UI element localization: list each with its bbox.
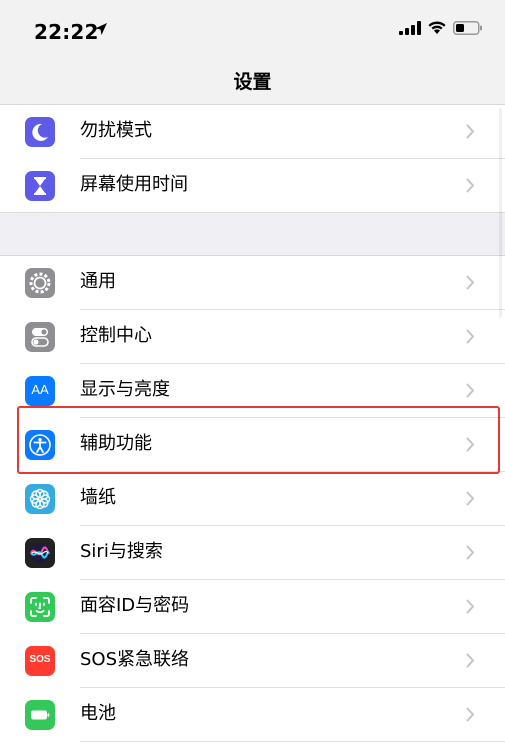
section-spacer (0, 212, 505, 255)
page-title: 设置 (233, 71, 272, 93)
status-time: 22:22 (34, 20, 99, 44)
face-id-icon (25, 592, 55, 622)
scrollbar[interactable] (499, 108, 502, 318)
row-label: 电池 (80, 703, 116, 724)
row-label: 辅助功能 (80, 433, 152, 454)
chevron-right-icon (466, 491, 474, 506)
settings-group-1: 勿扰模式 屏幕使用时间 (0, 105, 505, 212)
row-label: 通用 (80, 271, 116, 292)
cellular-signal-icon (399, 20, 421, 35)
siri-icon (25, 538, 55, 568)
row-label: 屏幕使用时间 (80, 174, 188, 195)
row-control-center[interactable]: 控制中心 (0, 310, 505, 364)
chevron-right-icon (466, 437, 474, 452)
battery-status-icon (453, 20, 482, 35)
gear-icon (25, 268, 55, 298)
row-label: 勿扰模式 (80, 120, 152, 141)
row-label: 墙纸 (80, 487, 116, 508)
chevron-right-icon (466, 124, 474, 139)
row-label: 显示与亮度 (80, 379, 170, 400)
row-screen-time[interactable]: 屏幕使用时间 (0, 159, 505, 213)
row-accessibility[interactable]: 辅助功能 (0, 418, 505, 472)
row-face-id-passcode[interactable]: 面容ID与密码 (0, 580, 505, 634)
chevron-right-icon (466, 545, 474, 560)
row-wallpaper[interactable]: 墙纸 (0, 472, 505, 526)
sos-icon: SOS (25, 646, 55, 676)
row-display-brightness[interactable]: AA 显示与亮度 (0, 364, 505, 418)
row-label: SOS紧急联络 (80, 649, 190, 670)
row-do-not-disturb[interactable]: 勿扰模式 (0, 105, 505, 159)
chevron-right-icon (466, 599, 474, 614)
settings-group-2: 通用 控制中心 AA 显示与亮度 辅助功能 墙纸 Siri与搜索 面容ID与密码… (0, 255, 505, 747)
row-separator (80, 741, 505, 742)
chevron-right-icon (466, 383, 474, 398)
location-arrow-icon (95, 23, 107, 35)
row-label: 控制中心 (80, 325, 152, 346)
chevron-right-icon (466, 653, 474, 668)
row-emergency-sos[interactable]: SOS SOS紧急联络 (0, 634, 505, 688)
row-label: Siri与搜索 (80, 541, 163, 562)
row-siri-search[interactable]: Siri与搜索 (0, 526, 505, 580)
chevron-right-icon (466, 707, 474, 722)
moon-icon (25, 117, 55, 147)
text-size-icon: AA (25, 376, 55, 406)
wifi-icon (428, 21, 446, 34)
chevron-right-icon (466, 275, 474, 290)
status-icons (399, 20, 483, 35)
icon-text: AA (31, 382, 49, 397)
icon-text: SOS (29, 654, 51, 665)
accessibility-icon (25, 430, 55, 460)
hourglass-icon (25, 171, 55, 201)
chevron-right-icon (466, 178, 474, 193)
flower-icon (25, 484, 55, 514)
row-general[interactable]: 通用 (0, 256, 505, 310)
nav-bar: 设置 (0, 55, 505, 105)
row-label: 面容ID与密码 (80, 595, 190, 616)
chevron-right-icon (466, 329, 474, 344)
status-bar: 22:22 (0, 0, 505, 55)
toggles-icon (25, 322, 55, 352)
battery-icon (25, 700, 55, 730)
row-battery[interactable]: 电池 (0, 688, 505, 742)
